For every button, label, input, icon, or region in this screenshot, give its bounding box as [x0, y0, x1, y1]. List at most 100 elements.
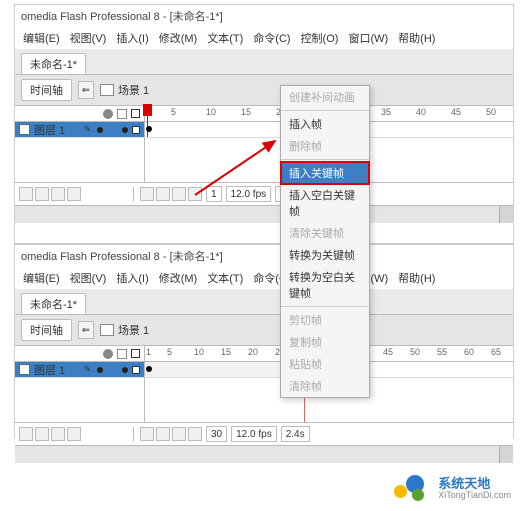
ruler-tick: 45 [383, 347, 393, 357]
keyframe-dot[interactable] [146, 126, 152, 132]
layer-header [15, 346, 145, 361]
ctx-convert-blank-keyframe[interactable]: 转换为空白关键帧 [281, 266, 369, 304]
document-tab[interactable]: 未命名-1* [21, 293, 86, 314]
stage-area[interactable] [15, 445, 513, 463]
pencil-icon: ✎ [84, 364, 92, 375]
ruler-tick: 65 [491, 347, 501, 357]
lock-icon[interactable] [117, 109, 127, 119]
layer-name: 图层 1 [34, 122, 65, 138]
menu-view[interactable]: 视图(V) [70, 30, 107, 46]
scene-label[interactable]: 场景 1 [100, 322, 149, 338]
layer-icon [19, 364, 30, 375]
document-tab[interactable]: 未命名-1* [21, 53, 86, 74]
menu-control[interactable]: 控制(O) [301, 30, 339, 46]
ctx-cut-frames[interactable]: 剪切帧 [281, 309, 369, 331]
fps-field[interactable]: 12.0 fps [231, 426, 277, 442]
add-layer-button[interactable] [19, 187, 33, 201]
ruler-tick: 5 [171, 107, 176, 117]
menu-window[interactable]: 窗口(W) [348, 30, 388, 46]
layer-row[interactable]: 图层 1 ✎ [15, 362, 145, 377]
scrollbar[interactable] [499, 206, 513, 223]
ctx-remove-frame[interactable]: 删除帧 [281, 135, 369, 157]
ctx-insert-keyframe[interactable]: 插入关键帧 [281, 162, 369, 184]
ctx-paste-frames[interactable]: 粘贴帧 [281, 353, 369, 375]
keyframe-dot[interactable] [146, 366, 152, 372]
playhead[interactable] [147, 106, 148, 137]
outline-box-icon [132, 126, 140, 134]
ruler-tick: 35 [381, 107, 391, 117]
add-guide-button[interactable] [35, 187, 49, 201]
menu-text[interactable]: 文本(T) [207, 30, 243, 46]
ruler-tick: 40 [416, 107, 426, 117]
menu-edit[interactable]: 编辑(E) [23, 270, 60, 286]
add-layer-button[interactable] [19, 427, 33, 441]
ctx-insert-frame[interactable]: 插入帧 [281, 113, 369, 135]
menu-help[interactable]: 帮助(H) [398, 30, 435, 46]
add-folder-button[interactable] [51, 427, 65, 441]
document-tabs: 未命名-1* [15, 289, 513, 315]
timeline-panel: 1 5 10 15 20 25 30 35 40 45 50 55 60 65 … [15, 346, 513, 463]
table-row: 图层 1 ✎ [15, 362, 513, 378]
timeline-tab[interactable]: 时间轴 [21, 79, 72, 101]
scrollbar[interactable] [499, 446, 513, 463]
menu-view[interactable]: 视图(V) [70, 270, 107, 286]
layer-row[interactable]: 图层 1 ✎ [15, 122, 145, 137]
layer-buttons [19, 187, 81, 201]
edit-multiple-button[interactable] [172, 187, 186, 201]
onion-skin-button[interactable] [140, 427, 154, 441]
logo-text-en: XiTongTianDi.com [438, 491, 511, 501]
menu-bar: 编辑(E) 视图(V) 插入(I) 修改(M) 文本(T) 命令(C) 控制(O… [15, 27, 513, 49]
outline-box-icon [132, 366, 140, 374]
back-button[interactable]: ⇐ [78, 81, 94, 99]
menu-insert[interactable]: 插入(I) [116, 30, 148, 46]
ruler-tick: 50 [486, 107, 496, 117]
back-button[interactable]: ⇐ [78, 321, 94, 339]
timeline-tab[interactable]: 时间轴 [21, 319, 72, 341]
ruler-tick: 55 [437, 347, 447, 357]
menu-text[interactable]: 文本(T) [207, 270, 243, 286]
document-tabs: 未命名-1* [15, 49, 513, 75]
outline-icon[interactable] [131, 109, 140, 118]
scene-name: 场景 1 [118, 82, 149, 98]
menu-modify[interactable]: 修改(M) [159, 270, 198, 286]
scene-icon [100, 84, 114, 96]
ruler-tick: 50 [410, 347, 420, 357]
ruler-tick: 20 [248, 347, 258, 357]
ctx-clear-keyframe[interactable]: 清除关键帧 [281, 222, 369, 244]
layer-name: 图层 1 [34, 362, 65, 378]
annotation-arrow [185, 135, 285, 208]
onion-outline-button[interactable] [156, 427, 170, 441]
current-frame-field[interactable]: 30 [206, 426, 227, 442]
add-guide-button[interactable] [35, 427, 49, 441]
onion-skin-button[interactable] [140, 187, 154, 201]
add-folder-button[interactable] [51, 187, 65, 201]
menu-help[interactable]: 帮助(H) [398, 270, 435, 286]
ctx-create-tween[interactable]: 创建补间动画 [281, 86, 369, 108]
menu-insert[interactable]: 插入(I) [116, 270, 148, 286]
layer-icon [19, 124, 30, 135]
ruler-tick: 5 [167, 347, 172, 357]
eye-icon[interactable] [103, 349, 113, 359]
lock-icon[interactable] [117, 349, 127, 359]
onion-outline-button[interactable] [156, 187, 170, 201]
edit-multiple-button[interactable] [172, 427, 186, 441]
menu-modify[interactable]: 修改(M) [159, 30, 198, 46]
pencil-icon: ✎ [84, 124, 92, 135]
menu-edit[interactable]: 编辑(E) [23, 30, 60, 46]
title-bar: omedia Flash Professional 8 - [未命名-1*] [15, 5, 513, 27]
ruler-tick: 10 [206, 107, 216, 117]
scene-icon [100, 324, 114, 336]
onion-markers-button[interactable] [188, 427, 202, 441]
ctx-convert-keyframe[interactable]: 转换为关键帧 [281, 244, 369, 266]
menu-commands[interactable]: 命令(C) [253, 30, 290, 46]
outline-icon[interactable] [131, 349, 140, 358]
ctx-copy-frames[interactable]: 复制帧 [281, 331, 369, 353]
elapsed-field: 2.4s [281, 426, 310, 442]
eye-icon[interactable] [103, 109, 113, 119]
ruler-tick: 10 [194, 347, 204, 357]
ctx-insert-blank-keyframe[interactable]: 插入空白关键帧 [281, 184, 369, 222]
ctx-clear-frames[interactable]: 清除帧 [281, 375, 369, 397]
delete-layer-button[interactable] [67, 187, 81, 201]
scene-label[interactable]: 场景 1 [100, 82, 149, 98]
delete-layer-button[interactable] [67, 427, 81, 441]
